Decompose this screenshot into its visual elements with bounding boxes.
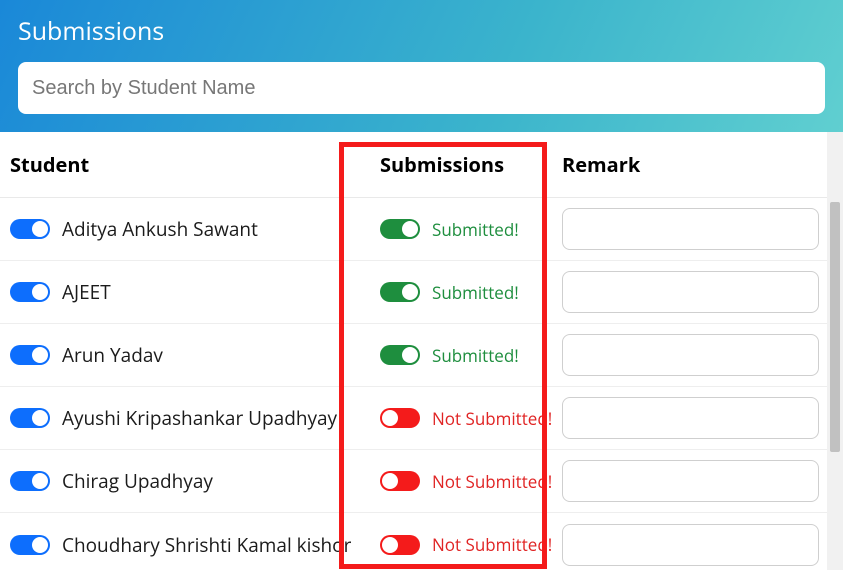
scrollbar[interactable]	[827, 132, 843, 570]
submission-status: Submitted!	[432, 344, 519, 367]
remark-input[interactable]	[562, 460, 819, 502]
student-cell: Ayushi Kripashankar Upadhyay	[0, 405, 358, 431]
table-row: Chirag Upadhyay Not Submitted!	[0, 450, 827, 513]
student-name: Aditya Ankush Sawant	[62, 216, 258, 242]
submission-status: Not Submitted!	[432, 470, 552, 493]
student-toggle[interactable]	[10, 408, 50, 428]
student-name: AJEET	[62, 279, 111, 305]
remark-cell	[556, 208, 827, 250]
remark-cell	[556, 397, 827, 439]
student-toggle[interactable]	[10, 219, 50, 239]
remark-input[interactable]	[562, 334, 819, 376]
remark-input[interactable]	[562, 208, 819, 250]
submission-cell: Not Submitted!	[358, 533, 556, 556]
table-row: Choudhary Shrishti Kamal kishor Not Submi…	[0, 513, 827, 570]
scrollbar-thumb[interactable]	[830, 202, 840, 452]
remark-input[interactable]	[562, 397, 819, 439]
submission-status: Submitted!	[432, 218, 519, 241]
submission-toggle[interactable]	[380, 535, 420, 555]
remark-input[interactable]	[562, 524, 819, 566]
student-cell: Choudhary Shrishti Kamal kishor	[0, 532, 358, 558]
header: Submissions	[0, 0, 843, 132]
submission-toggle[interactable]	[380, 471, 420, 491]
submission-toggle[interactable]	[380, 219, 420, 239]
student-name: Arun Yadav	[62, 342, 163, 368]
student-cell: Arun Yadav	[0, 342, 358, 368]
table-row: AJEET Submitted!	[0, 261, 827, 324]
submission-cell: Submitted!	[358, 218, 556, 241]
submission-cell: Not Submitted!	[358, 407, 556, 430]
remark-input[interactable]	[562, 271, 819, 313]
table-header-row: Student Submissions Remark	[0, 132, 827, 198]
column-header-remark: Remark	[556, 151, 827, 178]
table-row: Ayushi Kripashankar Upadhyay Not Submitte…	[0, 387, 827, 450]
remark-cell	[556, 271, 827, 313]
student-name: Chirag Upadhyay	[62, 468, 213, 494]
table-scroll: Student Submissions Remark Aditya Ankush…	[0, 132, 827, 570]
submission-cell: Submitted!	[358, 281, 556, 304]
student-toggle[interactable]	[10, 282, 50, 302]
student-toggle[interactable]	[10, 345, 50, 365]
submission-status: Not Submitted!	[432, 407, 552, 430]
table-container: Student Submissions Remark Aditya Ankush…	[0, 132, 843, 570]
student-cell: Chirag Upadhyay	[0, 468, 358, 494]
student-cell: Aditya Ankush Sawant	[0, 216, 358, 242]
submission-cell: Submitted!	[358, 344, 556, 367]
student-name: Ayushi Kripashankar Upadhyay	[62, 405, 337, 431]
column-header-student: Student	[0, 151, 358, 178]
submission-toggle[interactable]	[380, 345, 420, 365]
table-row: Aditya Ankush Sawant Submitted!	[0, 198, 827, 261]
table-row: Arun Yadav Submitted!	[0, 324, 827, 387]
student-toggle[interactable]	[10, 535, 50, 555]
student-name: Choudhary Shrishti Kamal kishor	[62, 532, 351, 558]
column-header-submissions: Submissions	[358, 151, 556, 178]
page-title: Submissions	[18, 14, 825, 48]
remark-cell	[556, 524, 827, 566]
search-input[interactable]	[18, 62, 825, 114]
submission-toggle[interactable]	[380, 282, 420, 302]
submission-toggle[interactable]	[380, 408, 420, 428]
remark-cell	[556, 460, 827, 502]
student-toggle[interactable]	[10, 471, 50, 491]
remark-cell	[556, 334, 827, 376]
submission-status: Submitted!	[432, 281, 519, 304]
table-body: Aditya Ankush Sawant Submitted! AJEET Submi…	[0, 198, 827, 570]
submission-cell: Not Submitted!	[358, 470, 556, 493]
student-cell: AJEET	[0, 279, 358, 305]
submission-status: Not Submitted!	[432, 533, 552, 556]
